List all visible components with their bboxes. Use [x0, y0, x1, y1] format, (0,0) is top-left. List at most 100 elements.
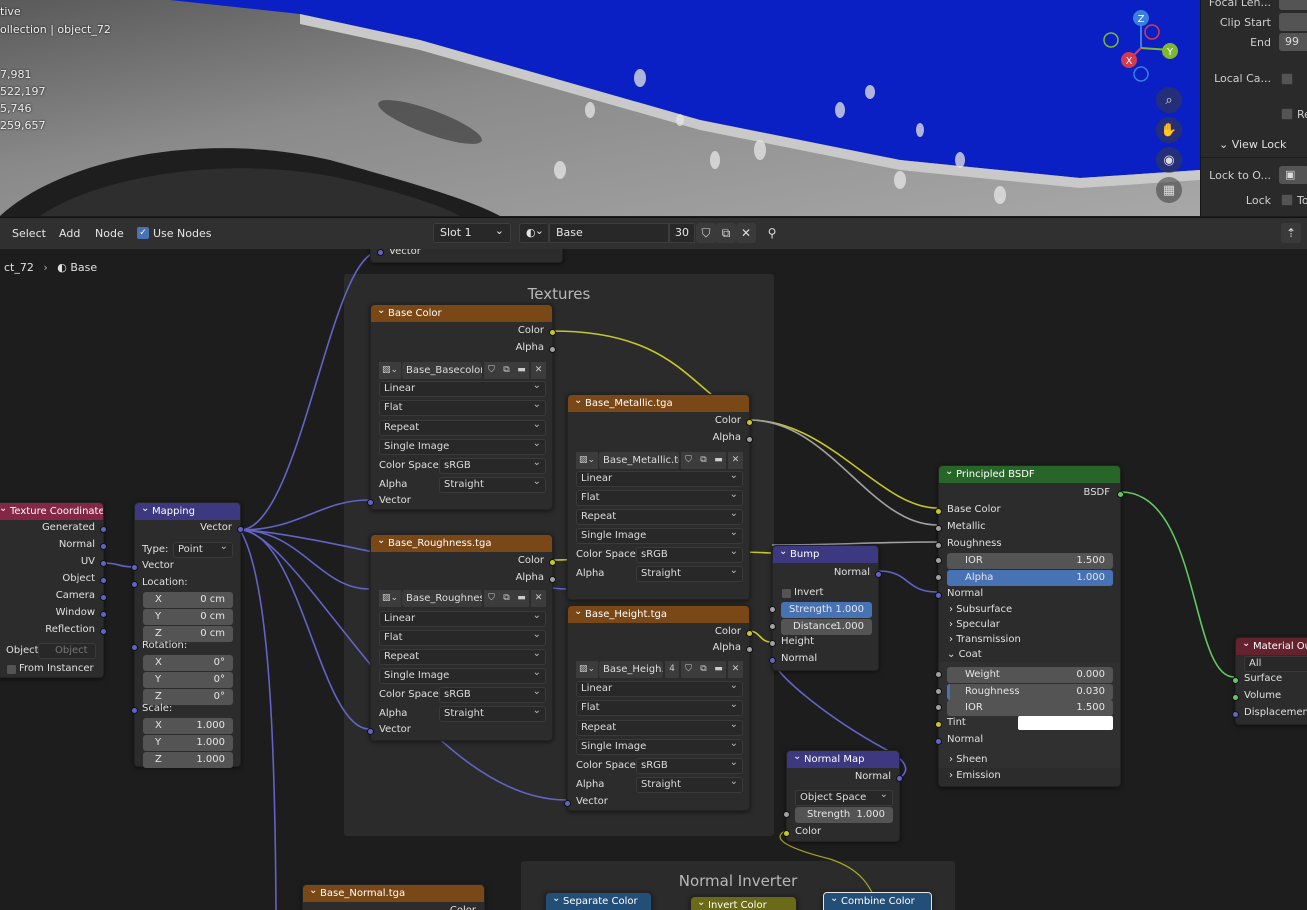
image-name[interactable]: Base_Roughness... [402, 590, 482, 607]
strength-slider[interactable]: Strength 1.000 [781, 602, 872, 618]
socket-alpha-out[interactable] [746, 646, 753, 653]
node-header[interactable]: Mapping [135, 503, 240, 520]
object-field[interactable]: Object [38, 643, 96, 659]
coat-ior-field[interactable]: IOR 1.500 [947, 700, 1113, 716]
image-name[interactable]: Base_Metallic.tga [599, 452, 679, 469]
node-header[interactable]: Invert Color [691, 897, 796, 910]
alpha-slider[interactable]: Alpha 1.000 [947, 570, 1113, 586]
parent-node-tree-icon[interactable]: ⇡ [1281, 223, 1301, 243]
socket-strength[interactable] [769, 606, 776, 613]
socket-vector-in[interactable] [377, 249, 384, 256]
use-nodes-checkbox[interactable]: ✓ [137, 227, 149, 239]
socket-normal[interactable] [100, 543, 107, 550]
interpolation-dropdown[interactable]: Linear [379, 609, 546, 627]
color-space-dropdown[interactable]: sRGB [636, 545, 743, 563]
color-space-dropdown[interactable]: sRGB [636, 756, 743, 774]
socket-color-out[interactable] [549, 559, 556, 566]
distance-field[interactable]: Distance 1.000 [781, 619, 872, 635]
socket-vector-out[interactable] [237, 526, 244, 533]
open-folder-icon[interactable]: ▬ [514, 590, 529, 607]
node-image-texture-metallic[interactable]: Base_Metallic.tga Color Alpha ▨⌄ Base_Me… [567, 394, 753, 600]
image-selector[interactable]: ▨⌄ Base_Heigh... 4 ⛉ ⧉ ▬ ✕ [576, 661, 743, 678]
panel-coat[interactable]: ⌄ Coat [947, 649, 982, 660]
socket-generated[interactable] [100, 526, 107, 533]
socket-camera[interactable] [100, 594, 107, 601]
socket-normal-out[interactable] [896, 775, 903, 782]
socket-base-color[interactable] [935, 508, 942, 515]
socket-rotation[interactable] [131, 644, 138, 651]
color-space-dropdown[interactable]: sRGB [439, 685, 546, 703]
node-header[interactable]: Bump [773, 546, 878, 563]
location-x[interactable]: X0 cm [143, 592, 233, 608]
clip-start-field[interactable] [1279, 13, 1307, 31]
socket-coat-normal[interactable] [935, 738, 942, 745]
socket-location[interactable] [131, 581, 138, 588]
socket-normal-out[interactable] [875, 571, 882, 578]
material-name-field[interactable]: Base [549, 223, 669, 243]
slot-dropdown[interactable]: Slot 1 ⌄ [433, 223, 511, 243]
coat-weight-field[interactable]: Weight 0.000 [947, 667, 1113, 683]
rotation-y[interactable]: Y 0° [143, 672, 233, 688]
socket-tint[interactable] [935, 721, 942, 728]
duplicate-icon[interactable]: ⧉ [696, 452, 711, 469]
node-image-texture-height[interactable]: Base_Height.tga Color Alpha ▨⌄ Base_Heig… [564, 605, 753, 811]
node-image-texture-roughness[interactable]: Base_Roughness.tga Color Alpha ▨⌄ Base_R… [367, 534, 556, 741]
socket-ior[interactable] [935, 557, 942, 564]
open-folder-icon[interactable]: ▬ [514, 362, 529, 379]
material-users-count[interactable]: 30 [669, 223, 695, 243]
projection-dropdown[interactable]: Flat [379, 628, 546, 646]
interpolation-dropdown[interactable]: Linear [576, 469, 743, 487]
pin-icon[interactable]: ⚲ [762, 223, 782, 243]
node-header[interactable]: Base_Height.tga [568, 606, 749, 623]
clip-end-field[interactable]: 99 [1279, 33, 1307, 51]
node-material-output[interactable]: Material Outp All Surface Volume Displac… [1232, 637, 1307, 725]
panel-emission[interactable]: › Emission [949, 770, 1001, 781]
image-name[interactable]: Base_Basecolor... [402, 362, 482, 379]
socket-displacement[interactable] [1232, 711, 1239, 718]
socket-alpha-out[interactable] [549, 576, 556, 583]
socket-normal-in[interactable] [769, 657, 776, 664]
socket-distance[interactable] [769, 623, 776, 630]
socket-vector-in[interactable] [564, 800, 571, 807]
unlink-close-icon[interactable]: ✕ [728, 661, 743, 678]
socket-uv[interactable] [100, 560, 107, 567]
target-dropdown[interactable]: All [1244, 656, 1307, 672]
source-dropdown[interactable]: Single Image [379, 437, 546, 455]
socket-color-out[interactable] [746, 630, 753, 637]
projection-dropdown[interactable]: Flat [576, 488, 743, 506]
unlink-close-icon[interactable]: ✕ [728, 452, 743, 469]
type-dropdown[interactable]: Point [173, 540, 233, 558]
location-y[interactable]: Y0 cm [143, 609, 233, 625]
hand-icon[interactable]: ✋ [1156, 117, 1182, 143]
socket-reflection[interactable] [100, 628, 107, 635]
space-dropdown[interactable]: Object Space [795, 788, 893, 806]
alpha-mode-dropdown[interactable]: Straight [636, 564, 743, 582]
node-header[interactable]: Principled BSDF [939, 466, 1120, 483]
node-separate-color[interactable]: Separate Color [545, 892, 652, 910]
focal-length-field[interactable] [1279, 0, 1307, 10]
socket-roughness[interactable] [935, 542, 942, 549]
node-stub-top[interactable]: Vector [370, 249, 563, 263]
socket-alpha-out[interactable] [549, 346, 556, 353]
socket-volume[interactable] [1232, 694, 1239, 701]
socket-color-out[interactable] [549, 329, 556, 336]
from-instancer-checkbox[interactable] [6, 664, 17, 675]
3d-viewport[interactable]: Z Y X tive ollection | object_72 7,981 5… [0, 0, 1200, 216]
socket-window[interactable] [100, 611, 107, 618]
menu-add[interactable]: Add [59, 227, 80, 240]
open-folder-icon[interactable]: ▬ [711, 661, 726, 678]
image-selector[interactable]: ▨⌄ Base_Basecolor... ⛉ ⧉ ▬ ✕ [379, 362, 546, 379]
image-browse-icon[interactable]: ▨⌄ [379, 590, 401, 607]
socket-vector-in[interactable] [367, 499, 374, 506]
node-header[interactable]: Base_Metallic.tga [568, 395, 749, 412]
image-selector[interactable]: ▨⌄ Base_Roughness... ⛉ ⧉ ▬ ✕ [379, 590, 546, 607]
socket-strength[interactable] [783, 811, 790, 818]
panel-subsurface[interactable]: › Subsurface [949, 604, 1012, 615]
node-header[interactable]: Normal Map [787, 751, 899, 768]
interpolation-dropdown[interactable]: Linear [379, 379, 546, 397]
socket-metallic[interactable] [935, 525, 942, 532]
source-dropdown[interactable]: Single Image [576, 526, 743, 544]
duplicate-icon[interactable]: ⧉ [696, 661, 711, 678]
socket-color-out[interactable] [746, 419, 753, 426]
node-header[interactable]: Combine Color [824, 893, 931, 910]
